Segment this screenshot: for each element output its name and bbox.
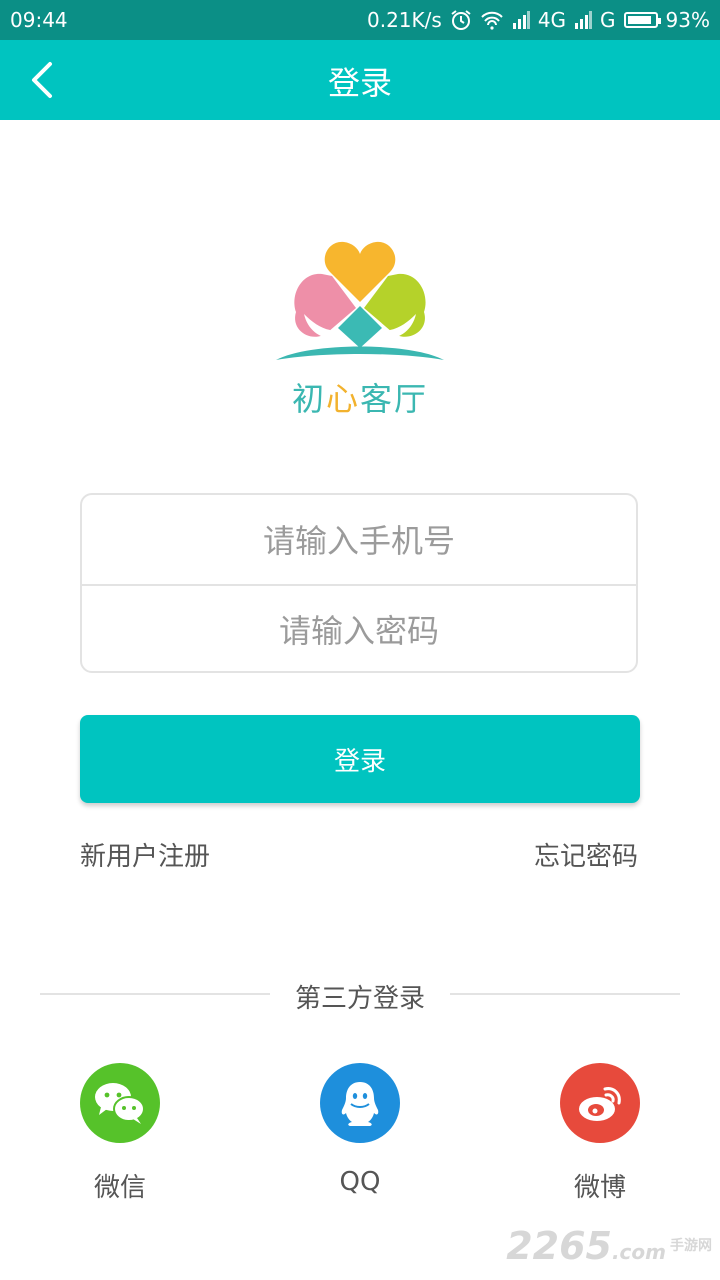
app-logo: 初心客厅: [270, 236, 450, 426]
qq-login-button[interactable]: QQ: [290, 1063, 430, 1197]
phone-input[interactable]: [92, 505, 626, 577]
qq-icon: [320, 1063, 400, 1143]
signal-icon: [512, 11, 530, 29]
alarm-icon: [450, 9, 472, 31]
brand-name: 初心客厅: [270, 374, 450, 420]
weibo-login-button[interactable]: 微博: [530, 1063, 670, 1204]
status-time: 09:44: [10, 8, 68, 32]
network-type-1: 4G: [537, 8, 567, 32]
clover-logo-icon: [276, 241, 444, 360]
app-bar: 登录: [0, 40, 720, 120]
password-input[interactable]: [92, 595, 626, 667]
page-title: 登录: [327, 64, 392, 102]
wechat-login-button[interactable]: 微信: [50, 1063, 190, 1204]
forgot-password-link[interactable]: 忘记密码: [534, 836, 638, 873]
third-party-divider-left: [40, 993, 270, 995]
qq-label: QQ: [339, 1167, 381, 1197]
wechat-label: 微信: [93, 1173, 146, 1203]
register-link[interactable]: 新用户注册: [80, 836, 210, 873]
brand-char-3: 客: [360, 380, 395, 418]
brand-char-4: 厅: [394, 380, 429, 418]
third-party-title: 第三方登录: [294, 984, 425, 1014]
status-right-group: 0.21K/s 4G G 93%: [367, 8, 710, 32]
battery-percent: 93%: [665, 8, 710, 32]
watermark-site: 手游网: [670, 1238, 712, 1254]
weibo-label: 微博: [573, 1173, 626, 1203]
wifi-icon: [480, 10, 504, 30]
watermark-number-text: 2265: [506, 1224, 612, 1268]
network-type-2: G: [600, 8, 616, 32]
watermark-logo: 2265.com 手游网: [506, 1224, 712, 1268]
login-form: [80, 493, 638, 673]
watermark-number: 2265.com: [506, 1224, 666, 1268]
net-speed: 0.21K/s: [367, 8, 442, 32]
login-button[interactable]: 登录: [80, 715, 640, 803]
brand-char-2: 心: [325, 380, 360, 418]
third-party-divider-right: [450, 993, 680, 995]
wechat-icon: [80, 1063, 160, 1143]
signal-icon-2: [574, 11, 593, 29]
brand-char-1: 初: [291, 380, 326, 418]
battery-icon: [623, 12, 661, 28]
weibo-icon: [560, 1063, 640, 1143]
form-divider: [82, 584, 636, 586]
status-bar: 09:44 0.21K/s 4G G 93%: [0, 0, 720, 40]
watermark-suffix: .com: [611, 1240, 666, 1264]
